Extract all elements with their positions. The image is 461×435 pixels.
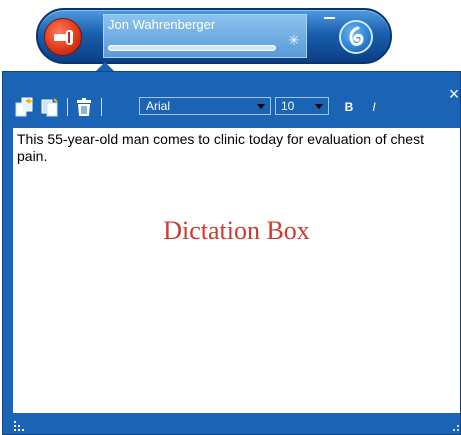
font-family-select[interactable]: Arial bbox=[139, 97, 271, 115]
font-size-select[interactable]: 10 bbox=[275, 97, 329, 115]
copy-text-icon[interactable] bbox=[41, 97, 59, 117]
volume-meter bbox=[108, 45, 276, 51]
dictated-text: This 55-year-old man comes to clinic tod… bbox=[17, 131, 424, 164]
dictation-bar: Jon Wahrenberger ✳ bbox=[36, 8, 392, 64]
minimize-button[interactable] bbox=[324, 17, 335, 19]
chevron-down-icon bbox=[257, 104, 265, 109]
bold-button[interactable]: B bbox=[341, 98, 357, 116]
transfer-text-icon[interactable] bbox=[15, 97, 33, 117]
close-icon[interactable]: × bbox=[447, 85, 461, 103]
chevron-down-icon bbox=[315, 104, 323, 109]
dictation-box-label: Dictation Box bbox=[163, 216, 310, 245]
dragon-logo-icon[interactable] bbox=[339, 20, 373, 54]
resize-grip-icon[interactable] bbox=[14, 421, 24, 431]
dictation-box-window: Arial 10 B I × This 55-year-old man come… bbox=[2, 71, 461, 435]
italic-button[interactable]: I bbox=[366, 98, 382, 116]
user-profile-panel[interactable]: Jon Wahrenberger ✳ bbox=[103, 14, 307, 58]
formatting-toolbar: Arial 10 B I bbox=[11, 94, 431, 120]
bar-pointer bbox=[96, 62, 114, 71]
trash-icon[interactable] bbox=[75, 97, 93, 117]
user-name: Jon Wahrenberger bbox=[108, 17, 216, 32]
resize-corner-icon[interactable] bbox=[451, 423, 459, 431]
microphone-button[interactable] bbox=[44, 18, 82, 56]
status-strip bbox=[13, 413, 460, 435]
dictation-text-area[interactable]: This 55-year-old man comes to clinic tod… bbox=[13, 128, 460, 413]
spinner-icon: ✳ bbox=[288, 32, 300, 48]
